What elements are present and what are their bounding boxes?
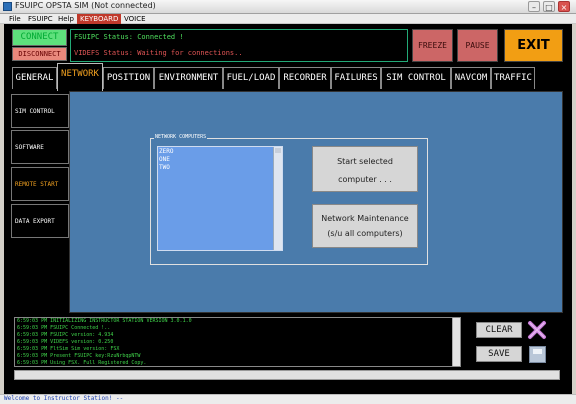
- network-maintenance-button[interactable]: Network Maintenance (s/u all computers): [312, 204, 418, 248]
- maint-button-line2: (s/u all computers): [327, 229, 403, 238]
- log-line: 6:59:03 PM VIDEFS version: 0.250: [17, 339, 114, 345]
- tab-failures[interactable]: FAILURES: [331, 67, 381, 89]
- menu-voice[interactable]: VOICE: [121, 14, 149, 24]
- connect-button[interactable]: CONNECT: [12, 29, 67, 46]
- computer-list[interactable]: [157, 146, 283, 251]
- exit-button[interactable]: EXIT: [504, 29, 563, 62]
- floppy-disk-icon[interactable]: [529, 346, 546, 363]
- maint-button-line1: Network Maintenance: [321, 214, 409, 223]
- list-scrollbar[interactable]: [273, 147, 282, 250]
- start-button-line1: Start selected: [337, 157, 393, 166]
- sidenav-software[interactable]: SOFTWARE: [11, 130, 69, 164]
- log-line: 6:59:03 PM FSUIPC version: 4.934: [17, 332, 114, 338]
- log-line: 6:59:03 PM FltSim Sim version: FSX: [17, 346, 120, 352]
- close-window-button[interactable]: ×: [558, 1, 570, 12]
- menu-keyboard[interactable]: KEYBOARD: [77, 14, 122, 24]
- pause-button[interactable]: PAUSE: [457, 29, 498, 62]
- tab-traffic[interactable]: TRAFFIC: [491, 67, 535, 89]
- menu-help[interactable]: Help: [55, 14, 77, 24]
- maximize-button[interactable]: □: [543, 1, 555, 12]
- sidenav-sim-control[interactable]: SIM CONTROL: [11, 94, 69, 128]
- menu-fsuipc[interactable]: FSUIPC: [25, 14, 56, 24]
- minimize-button[interactable]: –: [528, 1, 540, 12]
- horizontal-scrollbar[interactable]: [14, 370, 560, 380]
- disconnect-button[interactable]: DISCONNECT: [12, 47, 67, 61]
- log-line: 6:59:03 PM FSUIPC Connected !..: [17, 325, 111, 331]
- videfs-status: VIDEFS Status: Waiting for connections..: [74, 49, 243, 57]
- log-scrollbar[interactable]: [452, 318, 460, 366]
- window-title: FSUIPC OPSTA SIM (Not connected): [15, 1, 156, 10]
- tab-network[interactable]: NETWORK: [57, 63, 103, 91]
- tab-environment[interactable]: ENVIRONMENT: [154, 67, 223, 89]
- tab-general[interactable]: GENERAL: [12, 67, 57, 89]
- freeze-button[interactable]: FREEZE: [412, 29, 453, 62]
- fsuipc-status: FSUIPC Status: Connected !: [74, 33, 184, 41]
- log-line: 6:59:03 PM Present FSUIPC key:RzuNrbqpNT…: [17, 353, 141, 359]
- start-button-line2: computer . . .: [338, 175, 392, 184]
- app-icon: [3, 2, 12, 11]
- log-line: 6:59:03 PM Using FSX. Full Registered Co…: [17, 360, 147, 366]
- tab-position[interactable]: POSITION: [103, 67, 154, 89]
- network-computers-label: NETWORK COMPUTERS: [154, 134, 208, 140]
- clear-log-button[interactable]: CLEAR: [476, 322, 522, 338]
- start-selected-computer-button[interactable]: Start selected computer . . .: [312, 146, 418, 192]
- list-item[interactable]: TWO: [159, 164, 170, 171]
- menu-file[interactable]: File: [6, 14, 24, 24]
- tab-navcom[interactable]: NAVCOM: [451, 67, 491, 89]
- list-item[interactable]: ZERO: [159, 148, 173, 155]
- tab-recorder[interactable]: RECORDER: [279, 67, 331, 89]
- sidenav-remote-start[interactable]: REMOTE START: [11, 167, 69, 201]
- save-log-button[interactable]: SAVE: [476, 346, 522, 362]
- list-item[interactable]: ONE: [159, 156, 170, 163]
- sidenav-data-export[interactable]: DATA EXPORT: [11, 204, 69, 238]
- log-line: 6:59:03 PM INITIALIZING INSTRUCTOR STATI…: [17, 318, 192, 324]
- status-bar-text: Welcome to Instructor Station! --: [4, 395, 124, 402]
- tab-fuel-load[interactable]: FUEL/LOAD: [223, 67, 279, 89]
- clear-x-icon[interactable]: [527, 320, 547, 340]
- tab-sim-control[interactable]: SIM CONTROL: [381, 67, 451, 89]
